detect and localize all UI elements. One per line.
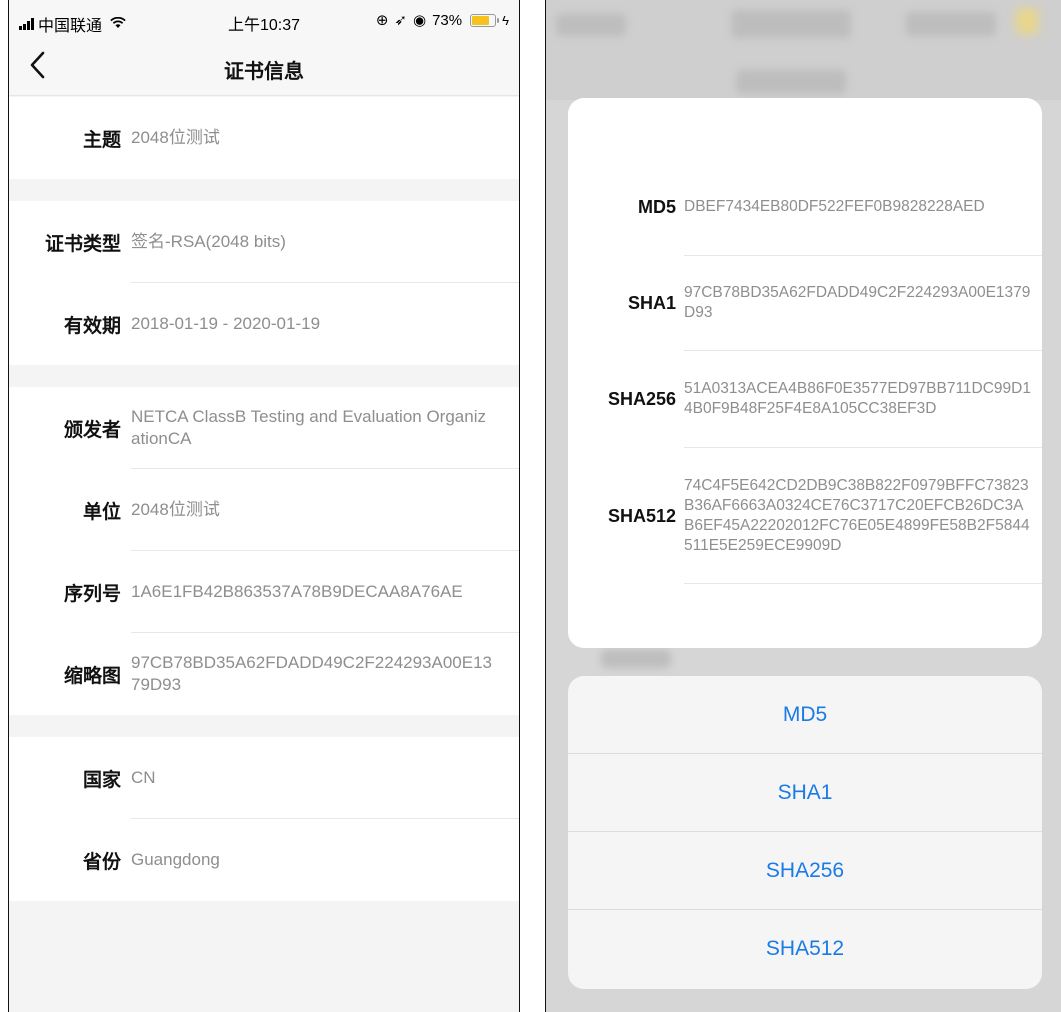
hash-row-md5: MD5 DBEF7434EB80DF522FEF0B9828228AED (568, 158, 1042, 256)
action-md5-button[interactable]: MD5 (568, 676, 1042, 754)
info-row: 缩略图 97CB78BD35A62FDADD49C2F224293A00E1379… (9, 633, 519, 715)
hash-label: SHA512 (607, 505, 676, 526)
action-sheet: MD5 SHA1 SHA256 SHA512 (568, 676, 1042, 989)
info-label: 证书类型 (44, 233, 121, 255)
info-row: 主题 2048位测试 (9, 97, 519, 179)
charging-icon: ϟ (502, 12, 509, 28)
info-row: 省份 Guangdong (9, 819, 519, 901)
section-gap (9, 365, 519, 387)
info-row: 序列号 1A6E1FB42B863537A78B9DECAA8A76AE (9, 551, 519, 633)
info-label: 国家 (82, 769, 121, 791)
certificate-details: 主题 2048位测试 证书类型 签名-RSA(2048 bits) 有效期 2018-01… (9, 97, 519, 901)
info-value: 2048位测试 (131, 128, 220, 147)
hash-row-sha1: SHA1 97CB78BD35A62FDADD49C2F224293A00E137… (568, 256, 1042, 351)
info-label: 省份 (82, 851, 121, 873)
info-value: 1A6E1FB42B863537A78B9DECAA8A76AE (131, 581, 463, 601)
hash-value: 97CB78BD35A62FDADD49C2F224293A00E1379D93 (684, 284, 1031, 321)
location-icon: ➶ (394, 12, 407, 29)
section-gap (9, 179, 519, 201)
info-label: 单位 (82, 501, 121, 523)
info-value: Guangdong (131, 850, 220, 869)
fingerprint-screen: MD5 DBEF7434EB80DF522FEF0B9828228AED SHA1 9… (545, 0, 1061, 1012)
info-group: 主题 2048位测试 (9, 97, 519, 179)
alarm-icon: ◉ (412, 12, 427, 29)
hash-value: 74C4F5E642CD2DB9C38B822F0979BFFC73823B36… (684, 476, 1030, 554)
status-bar: 中国联通 上午10:37 ⊕ ➶ ◉ 73% ϟ (9, 0, 519, 40)
info-value: CN (131, 767, 156, 787)
info-label: 序列号 (63, 583, 121, 605)
info-label: 主题 (82, 129, 121, 151)
info-value: NETCA ClassB Testing and Evaluation Orga… (131, 406, 486, 448)
hash-value: DBEF7434EB80DF522FEF0B9828228AED (684, 197, 985, 215)
blurred-background (546, 0, 1061, 100)
action-sha256-button[interactable]: SHA256 (568, 832, 1042, 910)
action-sha512-button[interactable]: SHA512 (568, 910, 1042, 988)
hash-label: MD5 (637, 196, 676, 217)
info-value: 签名-RSA(2048 bits) (131, 231, 286, 251)
info-label: 有效期 (63, 315, 121, 337)
hash-label: SHA256 (607, 389, 676, 409)
info-label: 颁发者 (63, 419, 121, 441)
battery-percent: 73% (432, 11, 463, 29)
info-row: 国家 CN (9, 737, 519, 819)
info-value: 2048位测试 (131, 499, 220, 519)
info-row: 有效期 2018-01-19 - 2020-01-19 (9, 283, 519, 365)
info-value: 2018-01-19 - 2020-01-19 (131, 314, 321, 333)
info-row: 颁发者 NETCA ClassB Testing and Evaluation O… (9, 387, 519, 469)
hash-row-sha512: SHA512 74C4F5E642CD2DB9C38B822F0979BFFC73… (568, 448, 1042, 584)
hash-value: 51A0313ACEA4B86F0E3577ED97BB711DC99D14B0… (684, 380, 1031, 417)
fingerprint-card: MD5 DBEF7434EB80DF522FEF0B9828228AED SHA1 9… (568, 98, 1042, 648)
hash-row-sha256: SHA256 51A0313ACEA4B86F0E3577ED97BB711DC9… (568, 351, 1042, 448)
info-group: 颁发者 NETCA ClassB Testing and Evaluation O… (9, 387, 519, 715)
info-label: 缩略图 (63, 665, 121, 687)
hash-label: SHA1 (627, 293, 676, 313)
navigation-bar: 证书信息 (9, 40, 519, 96)
info-row: 单位 2048位测试 (9, 469, 519, 551)
info-group: 国家 CN 省份 Guangdong (9, 737, 519, 901)
info-group: 证书类型 签名-RSA(2048 bits) 有效期 2018-01-19 - 202… (9, 201, 519, 365)
battery-icon (470, 13, 500, 27)
screen-lock-icon: ⊕ (375, 12, 389, 29)
action-sha1-button[interactable]: SHA1 (568, 754, 1042, 832)
info-value: 97CB78BD35A62FDADD49C2F224293A00E1379D93 (131, 653, 493, 694)
info-row: 证书类型 签名-RSA(2048 bits) (9, 201, 519, 283)
certificate-screen: 中国联通 上午10:37 ⊕ ➶ ◉ 73% ϟ 证书信息 主题 2048位测试证… (8, 0, 520, 1012)
section-gap (9, 715, 519, 737)
page-title: 证书信息 (224, 61, 304, 83)
